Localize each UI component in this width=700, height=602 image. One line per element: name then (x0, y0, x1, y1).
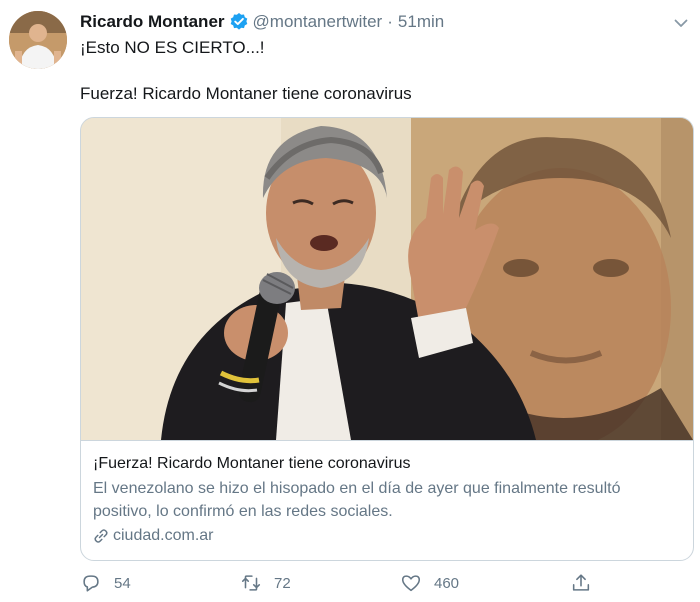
card-description: El venezolano se hizo el hisopado en el … (93, 480, 621, 520)
tweet-actions: 54 72 460 (80, 572, 600, 598)
card-domain-text[interactable]: ciudad.com.ar (113, 527, 214, 545)
like-button[interactable]: 460 (400, 572, 459, 594)
reply-button[interactable]: 54 (80, 572, 131, 594)
tweet[interactable]: Ricardo Montaner @montanertwiter · 51min… (0, 0, 700, 602)
retweet-button[interactable]: 72 (240, 572, 291, 594)
reply-icon (83, 575, 99, 592)
verified-badge-icon (229, 12, 249, 32)
retweet-icon (241, 575, 261, 591)
tweet-text-line-1: ¡Esto NO ES CIERTO...! (80, 38, 265, 57)
reply-count: 54 (114, 574, 131, 592)
tweet-timestamp[interactable]: 51min (398, 12, 444, 32)
card-image[interactable] (81, 118, 693, 440)
avatar[interactable] (9, 11, 67, 69)
link-icon (93, 528, 109, 544)
tweet-text-line-2: Fuerza! Ricardo Montaner tiene coronavir… (80, 84, 412, 103)
share-button[interactable] (570, 572, 604, 594)
author-name[interactable]: Ricardo Montaner (80, 12, 225, 32)
share-icon (572, 574, 590, 591)
card-body[interactable]: ¡Fuerza! Ricardo Montaner tiene coronavi… (81, 440, 693, 560)
link-card[interactable]: ¡Fuerza! Ricardo Montaner tiene coronavi… (80, 117, 694, 561)
separator-dot: · (387, 12, 393, 31)
retweet-count: 72 (274, 574, 291, 592)
like-count: 460 (434, 574, 460, 592)
like-icon (401, 575, 421, 592)
tweet-header: Ricardo Montaner @montanertwiter · 51min (80, 11, 444, 33)
card-domain[interactable]: ciudad.com.ar (93, 527, 681, 545)
card-title[interactable]: ¡Fuerza! Ricardo Montaner tiene coronavi… (93, 453, 681, 475)
chevron-down-icon[interactable] (672, 14, 690, 32)
author-handle[interactable]: @montanertwiter (253, 12, 383, 32)
